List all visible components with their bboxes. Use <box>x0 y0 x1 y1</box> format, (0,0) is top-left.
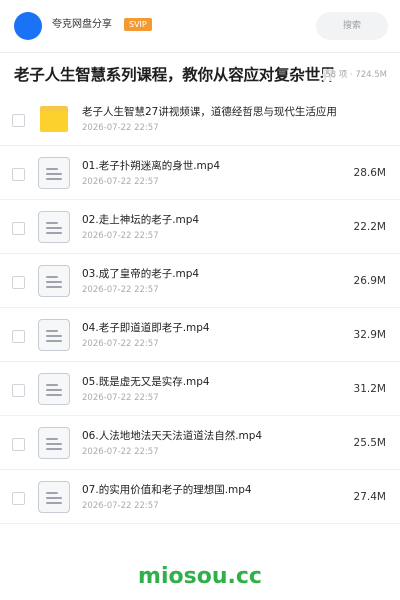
item-date: 2026-07-22 22:57 <box>82 339 159 349</box>
item-size: 31.2M <box>353 383 386 395</box>
file-row[interactable]: 01.老子扑朔迷离的身世.mp4 2026-07-22 22:57 28.6M <box>0 146 400 200</box>
item-date: 2026-07-22 22:57 <box>82 501 159 511</box>
file-row[interactable]: 03.成了皇帝的老子.mp4 2026-07-22 22:57 26.9M <box>0 254 400 308</box>
item-name[interactable]: 02.走上神坛的老子.mp4 <box>82 213 199 228</box>
item-size: 26.9M <box>353 275 386 287</box>
item-date: 2026-07-22 22:57 <box>82 393 159 403</box>
video-file-icon <box>38 481 70 513</box>
video-file-icon <box>38 319 70 351</box>
row-checkbox[interactable] <box>12 384 25 397</box>
header: 夸克网盘分享 SVIP 搜索 <box>0 0 400 52</box>
item-size: 25.5M <box>353 437 386 449</box>
item-name[interactable]: 06.人法地地法天天法道道法自然.mp4 <box>82 429 262 444</box>
item-name[interactable]: 07.的实用价值和老子的理想国.mp4 <box>82 483 252 498</box>
item-date: 2026-07-22 22:57 <box>82 447 159 457</box>
video-file-icon <box>38 427 70 459</box>
item-date: 2026-07-22 22:57 <box>82 231 159 241</box>
row-checkbox[interactable] <box>12 438 25 451</box>
watermark-text: miosou.cc <box>138 564 262 589</box>
file-list: 老子人生智慧27讲视频课，道德经哲思与现代生活应用 2026-07-22 22:5… <box>0 92 400 524</box>
svip-badge: SVIP <box>124 18 152 31</box>
item-name[interactable]: 老子人生智慧27讲视频课，道德经哲思与现代生活应用 <box>82 105 337 120</box>
row-checkbox[interactable] <box>12 492 25 505</box>
item-name[interactable]: 03.成了皇帝的老子.mp4 <box>82 267 199 282</box>
page-title: 老子人生智慧系列课程，教你从容应对复杂世界 <box>14 66 336 84</box>
video-file-icon <box>38 211 70 243</box>
item-name[interactable]: 01.老子扑朔迷离的身世.mp4 <box>82 159 220 174</box>
item-name[interactable]: 04.老子即道道即老子.mp4 <box>82 321 210 336</box>
folder-row[interactable]: 老子人生智慧27讲视频课，道德经哲思与现代生活应用 2026-07-22 22:5… <box>0 92 400 146</box>
file-row[interactable]: 04.老子即道道即老子.mp4 2026-07-22 22:57 32.9M <box>0 308 400 362</box>
file-row[interactable]: 05.既是虚无又是实存.mp4 2026-07-22 22:57 31.2M <box>0 362 400 416</box>
video-file-icon <box>38 265 70 297</box>
item-size: 32.9M <box>353 329 386 341</box>
video-file-icon <box>38 373 70 405</box>
item-size: 27.4M <box>353 491 386 503</box>
item-date: 2026-07-22 22:57 <box>82 285 159 295</box>
avatar[interactable] <box>14 12 42 40</box>
video-file-icon <box>38 157 70 189</box>
item-date: 2026-07-22 22:57 <box>82 123 159 133</box>
row-checkbox[interactable] <box>12 114 25 127</box>
item-size: 22.2M <box>353 221 386 233</box>
share-owner-name: 夸克网盘分享 <box>52 19 112 30</box>
folder-icon <box>40 106 68 132</box>
file-row[interactable]: 06.人法地地法天天法道道法自然.mp4 2026-07-22 22:57 25.5… <box>0 416 400 470</box>
file-row[interactable]: 02.走上神坛的老子.mp4 2026-07-22 22:57 22.2M <box>0 200 400 254</box>
item-name[interactable]: 05.既是虚无又是实存.mp4 <box>82 375 210 390</box>
header-divider <box>0 52 400 53</box>
row-checkbox[interactable] <box>12 276 25 289</box>
item-size: 28.6M <box>353 167 386 179</box>
item-count-size: 58 项 · 724.5M <box>323 69 387 81</box>
item-date: 2026-07-22 22:57 <box>82 177 159 187</box>
file-row[interactable]: 07.的实用价值和老子的理想国.mp4 2026-07-22 22:57 27.4M <box>0 470 400 524</box>
footer: miosou.cc <box>0 552 400 600</box>
row-checkbox[interactable] <box>12 168 25 181</box>
search-input[interactable]: 搜索 <box>316 12 388 40</box>
row-checkbox[interactable] <box>12 222 25 235</box>
row-checkbox[interactable] <box>12 330 25 343</box>
title-row: 老子人生智慧系列课程，教你从容应对复杂世界 58 项 · 724.5M <box>0 58 400 94</box>
